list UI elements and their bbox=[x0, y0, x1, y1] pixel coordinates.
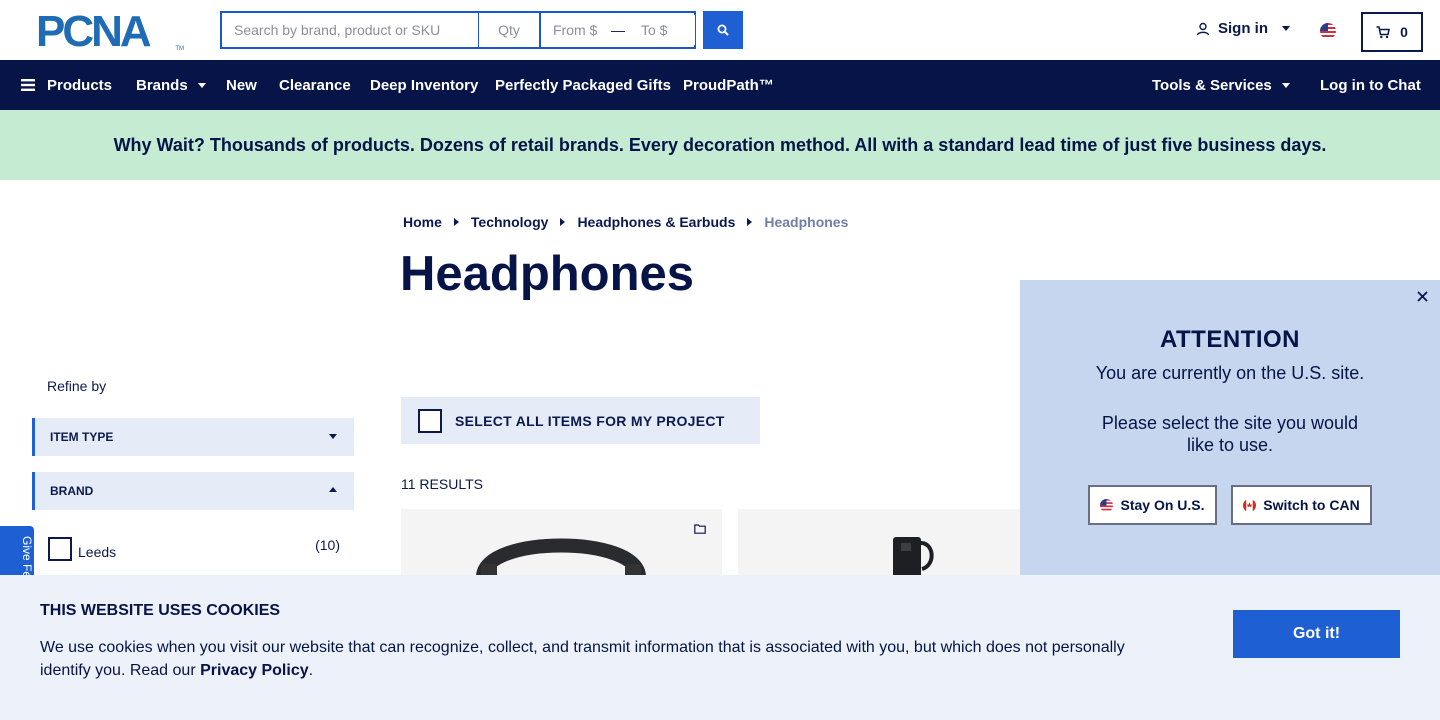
caret-right-icon bbox=[560, 218, 566, 226]
us-flag-icon[interactable] bbox=[1320, 23, 1336, 39]
promo-banner: Why Wait? Thousands of products. Dozens … bbox=[0, 110, 1440, 180]
facet-brand[interactable]: BRAND bbox=[32, 472, 354, 510]
chevron-down-icon bbox=[197, 82, 206, 88]
facet-option-count: (10) bbox=[315, 537, 340, 553]
breadcrumb-technology[interactable]: Technology bbox=[471, 214, 549, 230]
nav-clearance[interactable]: Clearance bbox=[279, 60, 351, 110]
sign-in-menu[interactable]: Sign in bbox=[1196, 20, 1290, 37]
facet-label: BRAND bbox=[50, 484, 94, 498]
chevron-down-icon bbox=[329, 434, 337, 439]
facet-label: ITEM TYPE bbox=[50, 430, 114, 444]
logo-wordmark: PCNA bbox=[36, 7, 152, 56]
nav-log-in-to-chat[interactable]: Log in to Chat bbox=[1320, 60, 1421, 110]
refine-by-label: Refine by bbox=[47, 378, 107, 394]
cookie-banner: THIS WEBSITE USES COOKIES We use cookies… bbox=[0, 575, 1440, 720]
checkbox[interactable] bbox=[48, 537, 72, 561]
qty-input[interactable] bbox=[479, 13, 541, 47]
nav-tools-label: Tools & Services bbox=[1152, 76, 1272, 94]
switch-to-can-button[interactable]: Switch to CAN bbox=[1231, 485, 1372, 525]
attention-title: ATTENTION bbox=[1159, 326, 1301, 353]
chevron-down-icon bbox=[1282, 26, 1290, 31]
price-from-input[interactable] bbox=[541, 15, 607, 45]
promo-text: Why Wait? Thousands of products. Dozens … bbox=[113, 134, 1327, 155]
hamburger-icon bbox=[21, 79, 35, 91]
nav-tools-services[interactable]: Tools & Services bbox=[1152, 60, 1290, 110]
nav-products-label: Products bbox=[47, 76, 113, 94]
search-bar: — bbox=[220, 11, 696, 49]
breadcrumb-home[interactable]: Home bbox=[403, 214, 442, 230]
select-all-checkbox[interactable] bbox=[418, 408, 442, 433]
stay-on-us-label: Stay On U.S. bbox=[1120, 497, 1205, 513]
breadcrumb: Home Technology Headphones & Earbuds Hea… bbox=[403, 214, 848, 230]
results-count: 11 RESULTS bbox=[401, 476, 483, 492]
search-icon bbox=[717, 24, 729, 36]
user-icon bbox=[1196, 22, 1210, 35]
chevron-down-icon bbox=[1281, 82, 1290, 88]
search-button[interactable] bbox=[703, 11, 743, 49]
close-icon[interactable] bbox=[1414, 288, 1430, 304]
cookie-text: We use cookies when you visit our websit… bbox=[40, 636, 1150, 682]
us-flag-icon bbox=[1100, 498, 1114, 512]
logo-trademark: TM bbox=[175, 46, 184, 52]
nav-deep-inventory[interactable]: Deep Inventory bbox=[370, 60, 478, 110]
privacy-policy-link[interactable]: Privacy Policy bbox=[200, 662, 309, 679]
facet-item-type[interactable]: ITEM TYPE bbox=[32, 418, 354, 456]
facet-option-label: Leeds bbox=[78, 544, 117, 560]
feedback-label: Give Fe bbox=[20, 536, 34, 579]
select-all-label: SELECT ALL ITEMS FOR MY PROJECT bbox=[455, 412, 725, 429]
search-input[interactable] bbox=[222, 13, 479, 47]
main-nav: Products Brands New Clearance Deep Inven… bbox=[0, 60, 1440, 110]
got-it-button[interactable]: Got it! bbox=[1233, 610, 1400, 658]
cart-icon bbox=[1376, 25, 1391, 38]
nav-proudpath[interactable]: ProudPath™ bbox=[683, 60, 774, 110]
breadcrumb-headphones-earbuds[interactable]: Headphones & Earbuds bbox=[577, 214, 735, 230]
folder-icon[interactable] bbox=[694, 524, 706, 534]
select-all-items-button[interactable]: SELECT ALL ITEMS FOR MY PROJECT bbox=[401, 397, 760, 444]
stay-on-us-button[interactable]: Stay On U.S. bbox=[1088, 485, 1217, 525]
canada-flag-icon bbox=[1243, 498, 1257, 512]
switch-to-can-label: Switch to CAN bbox=[1263, 497, 1360, 513]
sign-in-label: Sign in bbox=[1218, 20, 1268, 37]
price-range-dash: — bbox=[611, 22, 625, 38]
cookie-end: . bbox=[308, 662, 314, 679]
nav-new[interactable]: New bbox=[226, 60, 257, 110]
attention-select-site-text: Please select the site you would like to… bbox=[1101, 413, 1359, 455]
nav-products[interactable]: Products bbox=[21, 60, 112, 110]
breadcrumb-current: Headphones bbox=[764, 214, 849, 230]
nav-brands-label: Brands bbox=[136, 76, 188, 94]
nav-brands[interactable]: Brands bbox=[136, 60, 206, 110]
caret-right-icon bbox=[747, 218, 753, 226]
site-header: PCNA TM — Sign in bbox=[0, 0, 1440, 60]
facet-option-leeds[interactable]: Leeds (10) bbox=[48, 537, 340, 561]
cart-count: 0 bbox=[1400, 24, 1408, 40]
cookie-title: THIS WEBSITE USES COOKIES bbox=[40, 602, 281, 619]
site-selection-modal: ATTENTION You are currently on the U.S. … bbox=[1020, 280, 1440, 576]
cart-button[interactable]: 0 bbox=[1361, 12, 1423, 52]
page-title: Headphones bbox=[400, 247, 695, 301]
caret-right-icon bbox=[453, 218, 459, 226]
chevron-up-icon bbox=[329, 487, 337, 492]
attention-current-site-text: You are currently on the U.S. site. bbox=[1095, 363, 1365, 383]
nav-perfectly-packaged-gifts[interactable]: Perfectly Packaged Gifts bbox=[495, 60, 671, 110]
pcna-logo[interactable]: PCNA TM bbox=[36, 10, 184, 54]
price-range: — bbox=[541, 13, 696, 47]
price-to-input[interactable] bbox=[629, 15, 695, 45]
